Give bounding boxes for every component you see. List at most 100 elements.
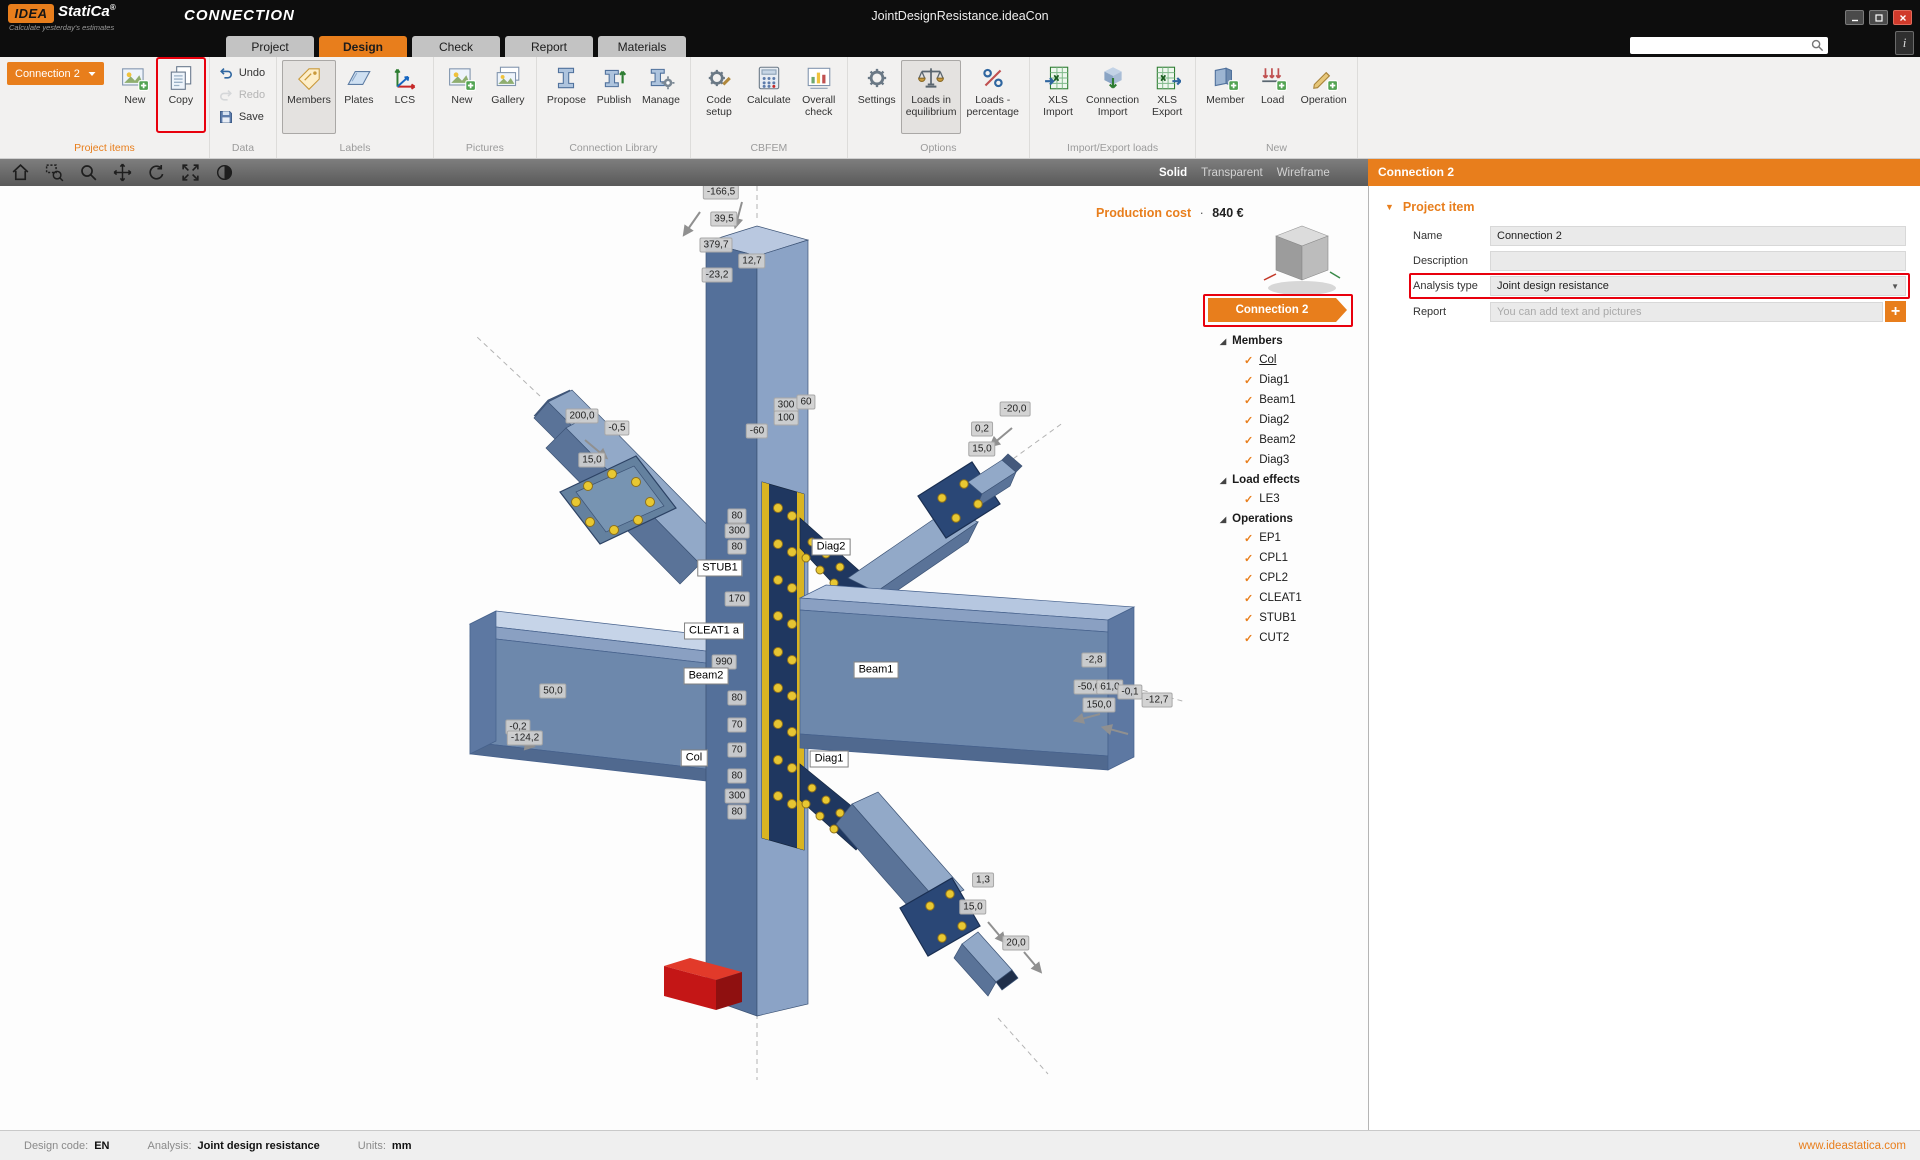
dim-label[interactable]: -2,8 [1081,653,1106,668]
dim-label[interactable]: 15,0 [959,900,986,915]
checkbox-checked-icon[interactable]: ✓ [1244,414,1253,427]
manage-button[interactable]: Manage [637,60,685,134]
dim-label[interactable]: 12,7 [738,254,765,269]
dim-label[interactable]: 100 [774,411,799,426]
report-input[interactable]: You can add text and pictures [1490,302,1883,322]
new-button[interactable]: New [439,60,485,134]
dim-label[interactable]: 379,7 [699,238,732,253]
checkbox-checked-icon[interactable]: ✓ [1244,552,1253,565]
tree-item-cut2[interactable]: ✓CUT2 [1208,628,1360,648]
rotate-icon[interactable] [146,162,167,183]
dim-label[interactable]: -0,5 [604,421,629,436]
close-button[interactable] [1893,10,1912,25]
dim-label[interactable]: 80 [727,805,746,820]
xls-export-button[interactable]: XLS Export [1144,60,1190,134]
member-label[interactable]: CLEAT1 a [684,623,744,640]
search-input[interactable] [1630,40,1810,52]
checkbox-checked-icon[interactable]: ✓ [1244,434,1253,447]
tree-group-members[interactable]: ◢Members [1208,331,1360,350]
new-button[interactable]: New [112,60,158,134]
tree-item-diag2[interactable]: ✓Diag2 [1208,410,1360,430]
checkbox-checked-icon[interactable]: ✓ [1244,632,1253,645]
checkbox-checked-icon[interactable]: ✓ [1244,493,1253,506]
tree-item-le3[interactable]: ✓LE3 [1208,489,1360,509]
tree-group-load-effects[interactable]: ◢Load effects [1208,470,1360,489]
member-label[interactable]: Beam2 [684,668,729,685]
loads-percentage-button[interactable]: Loads - percentage [961,60,1024,134]
view-mode-transparent[interactable]: Transparent [1201,167,1263,179]
calculate-button[interactable]: Calculate [742,60,796,134]
tree-item-stub1[interactable]: ✓STUB1 [1208,608,1360,628]
shading-icon[interactable] [214,162,235,183]
add-report-button[interactable]: + [1885,301,1906,322]
tab-project[interactable]: Project [226,36,314,57]
tree-item-beam1[interactable]: ✓Beam1 [1208,390,1360,410]
checkbox-checked-icon[interactable]: ✓ [1244,612,1253,625]
name-input[interactable]: Connection 2 [1490,226,1906,246]
checkbox-checked-icon[interactable]: ✓ [1244,454,1253,467]
analysis-type-select[interactable]: Joint design resistance ▼ [1490,276,1906,296]
member-label[interactable]: Diag2 [812,539,851,556]
gallery-button[interactable]: Gallery [485,60,531,134]
checkbox-checked-icon[interactable]: ✓ [1244,354,1253,367]
dim-label[interactable]: 20,0 [1002,936,1029,951]
minimize-button[interactable] [1845,10,1864,25]
collapse-icon[interactable]: ▼ [1385,202,1394,212]
redo-button[interactable]: Redo [218,86,271,104]
xls-import-button[interactable]: XLS Import [1035,60,1081,134]
publish-button[interactable]: Publish [591,60,637,134]
tree-item-cpl1[interactable]: ✓CPL1 [1208,548,1360,568]
dim-label[interactable]: 200,0 [565,409,598,424]
search-icon[interactable] [1810,38,1825,53]
dim-label[interactable]: 80 [727,769,746,784]
copy-button[interactable]: Copy [158,60,204,134]
checkbox-checked-icon[interactable]: ✓ [1244,572,1253,585]
info-button[interactable]: i [1895,31,1914,55]
members-button[interactable]: Members [282,60,336,134]
checkbox-checked-icon[interactable]: ✓ [1244,374,1253,387]
diag3-3d[interactable] [534,390,730,584]
dim-label[interactable]: 15,0 [968,442,995,457]
dim-label[interactable]: 60 [796,395,815,410]
loads-in-equilibrium-button[interactable]: Loads in equilibrium [901,60,962,134]
tab-report[interactable]: Report [505,36,593,57]
view-mode-solid[interactable]: Solid [1159,167,1187,179]
tab-check[interactable]: Check [412,36,500,57]
load-button[interactable]: Load [1250,60,1296,134]
dim-label[interactable]: 300 [725,789,750,804]
dim-label[interactable]: -23,2 [702,268,733,283]
dim-label[interactable]: -0,1 [1117,685,1142,700]
viewport-3d[interactable]: -166,539,5379,712,7-23,2200,0-0,515,0300… [0,186,1368,1130]
view-mode-wireframe[interactable]: Wireframe [1277,167,1330,179]
dim-label[interactable]: -60 [746,424,768,439]
dim-label[interactable]: 80 [727,540,746,555]
dim-label[interactable]: 300 [725,524,750,539]
tree-item-beam2[interactable]: ✓Beam2 [1208,430,1360,450]
propose-button[interactable]: Propose [542,60,591,134]
dim-label[interactable]: 150,0 [1082,698,1115,713]
tree-group-operations[interactable]: ◢Operations [1208,509,1360,528]
dim-label[interactable]: 39,5 [710,212,737,227]
checkbox-checked-icon[interactable]: ✓ [1244,592,1253,605]
settings-button[interactable]: Settings [853,60,901,134]
dim-label[interactable]: 80 [727,691,746,706]
description-input[interactable] [1490,251,1906,271]
tree-item-diag3[interactable]: ✓Diag3 [1208,450,1360,470]
member-label[interactable]: STUB1 [697,560,742,577]
maximize-button[interactable] [1869,10,1888,25]
tree-item-diag1[interactable]: ✓Diag1 [1208,370,1360,390]
save-button[interactable]: Save [218,108,270,126]
tab-materials[interactable]: Materials [598,36,686,57]
checkbox-checked-icon[interactable]: ✓ [1244,394,1253,407]
dim-label[interactable]: 0,2 [971,422,993,437]
dim-label[interactable]: -20,0 [1000,402,1031,417]
tree-item-col[interactable]: ✓Col [1208,350,1360,370]
dim-label[interactable]: 70 [727,718,746,733]
dim-label[interactable]: 70 [727,743,746,758]
model-3d[interactable] [0,186,1368,1130]
tab-design[interactable]: Design [319,36,407,57]
fit-icon[interactable] [180,162,201,183]
tree-item-ep1[interactable]: ✓EP1 [1208,528,1360,548]
dim-label[interactable]: 15,0 [578,453,605,468]
dim-label[interactable]: 1,3 [972,873,994,888]
